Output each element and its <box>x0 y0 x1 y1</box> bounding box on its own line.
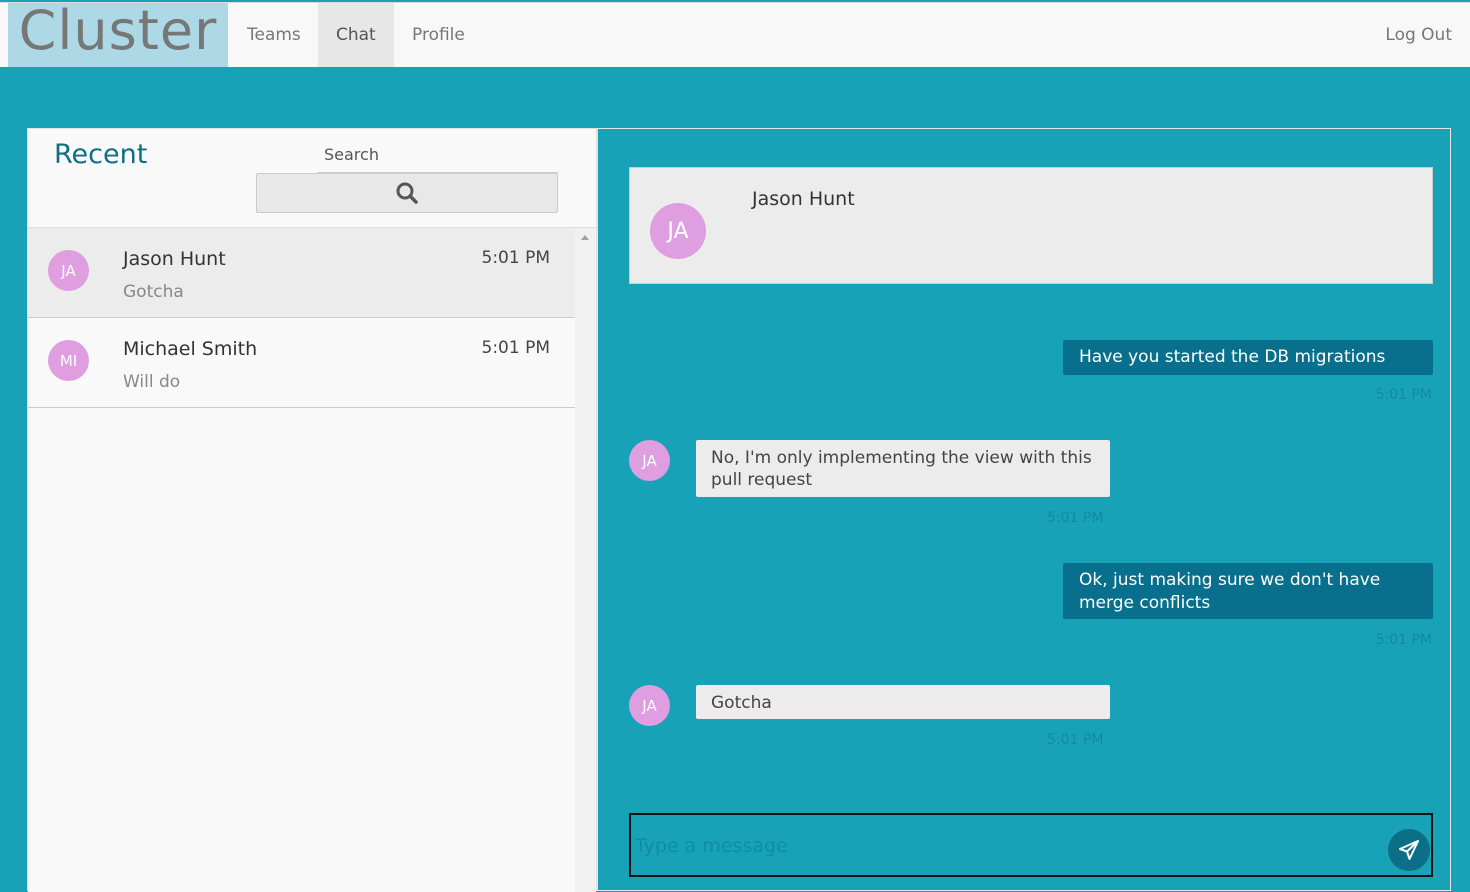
chat-header: JA Jason Hunt <box>629 167 1433 284</box>
scroll-up-arrow-icon[interactable] <box>581 235 589 240</box>
outgoing-message: Ok, just making sure we don't have merge… <box>1063 563 1433 619</box>
search-button[interactable] <box>256 173 558 213</box>
chat-contact-name: Jason Hunt <box>752 188 855 210</box>
message-time: 5:01 PM <box>1375 632 1432 648</box>
avatar: MI <box>48 340 89 381</box>
incoming-message: No, I'm only implementing the view with … <box>696 440 1110 497</box>
outgoing-message: Have you started the DB migrations <box>1063 340 1433 375</box>
top-navbar: Cluster Teams Chat Profile Log Out <box>0 2 1470 67</box>
contact-name: Michael Smith <box>123 338 258 360</box>
message-input[interactable] <box>633 829 1377 863</box>
nav-item-chat[interactable]: Chat <box>318 3 394 67</box>
send-button[interactable] <box>1388 829 1430 871</box>
avatar: JA <box>48 250 89 291</box>
nav-item-profile[interactable]: Profile <box>394 3 483 67</box>
recent-title: Recent <box>54 139 148 170</box>
list-item[interactable]: MI Michael Smith 5:01 PM Will do <box>28 318 575 408</box>
message-time: 5:01 PM <box>481 248 551 268</box>
avatar: JA <box>629 685 670 726</box>
recent-conversations-panel: Recent Search JA Jason Hunt 5:01 PM Gotc… <box>27 128 597 892</box>
search-icon <box>396 182 418 204</box>
search-label[interactable]: Search <box>324 145 379 164</box>
nav-item-teams[interactable]: Teams <box>229 3 319 67</box>
logout-link[interactable]: Log Out <box>1367 3 1470 67</box>
message-compose-box <box>629 813 1433 877</box>
message-preview: Will do <box>123 372 181 392</box>
brand-logo[interactable]: Cluster <box>8 3 228 67</box>
message-time: 5:01 PM <box>481 338 551 358</box>
message-time: 5:01 PM <box>1047 510 1104 526</box>
message-time: 5:01 PM <box>1375 387 1432 403</box>
conversation-list: JA Jason Hunt 5:01 PM Gotcha MI Michael … <box>28 228 575 892</box>
avatar: JA <box>629 440 670 481</box>
message-time: 5:01 PM <box>1047 732 1104 748</box>
avatar: JA <box>650 203 706 259</box>
message-preview: Gotcha <box>123 282 184 302</box>
conversation-scrollbar[interactable] <box>575 228 596 892</box>
contact-name: Jason Hunt <box>123 248 226 270</box>
send-icon <box>1399 840 1419 860</box>
chat-panel: JA Jason Hunt Have you started the DB mi… <box>597 128 1451 891</box>
incoming-message: Gotcha <box>696 685 1110 719</box>
list-item[interactable]: JA Jason Hunt 5:01 PM Gotcha <box>28 228 575 318</box>
